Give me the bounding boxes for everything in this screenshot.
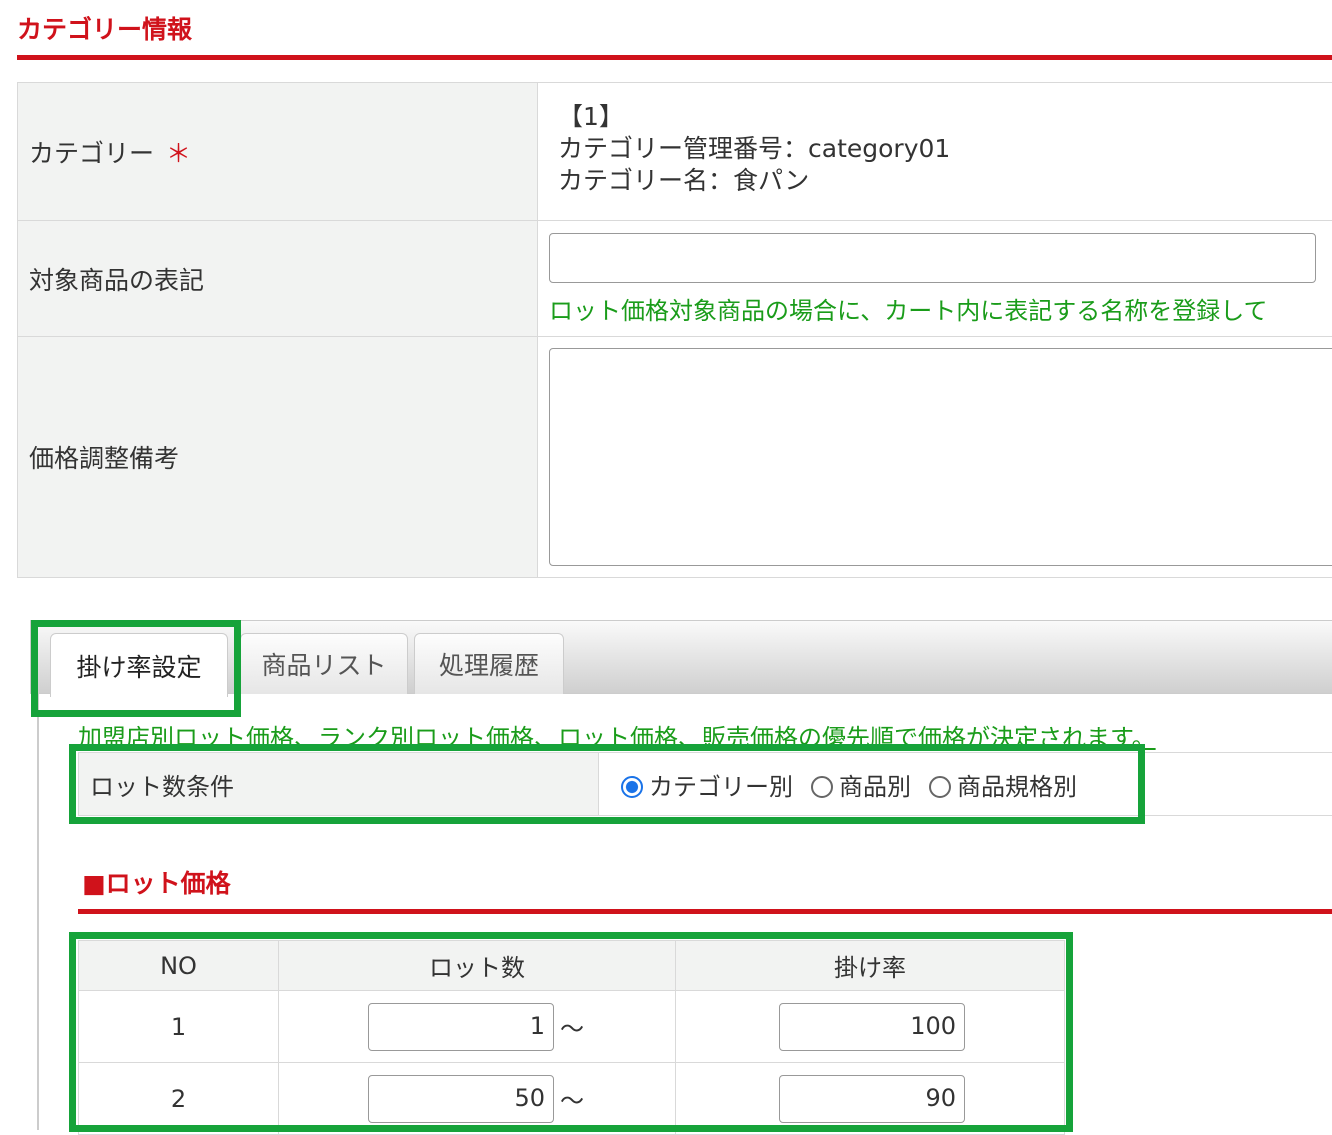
lot-price-divider [78,909,1332,914]
remarks-textarea[interactable] [549,348,1332,566]
category-code: カテゴリー管理番号：category01 [558,134,951,163]
category-label: カテゴリー ＊ [17,82,538,221]
highlight-tab [31,620,241,717]
highlight-lot-condition [69,744,1145,824]
target-input[interactable] [549,233,1316,283]
required-mark: ＊ [166,138,192,168]
remarks-cell [537,336,1332,578]
panel-border [37,694,39,1130]
category-name: カテゴリー名：食パン [558,166,810,195]
page-title: カテゴリー情報 [17,15,193,44]
category-index: 【1】 [558,102,624,131]
title-divider [17,55,1332,60]
lot-price-heading: ■ロット価格 [82,869,231,898]
target-cell: ロット価格対象商品の場合に、カート内に表記する名称を登録して [537,220,1332,337]
tab-history[interactable]: 処理履歴 [414,633,564,694]
target-note: ロット価格対象商品の場合に、カート内に表記する名称を登録して [549,297,1268,325]
category-info: 【1】 カテゴリー管理番号：category01 カテゴリー名：食パン [537,82,1332,221]
tab-product-list[interactable]: 商品リスト [240,633,408,694]
category-label-text: カテゴリー [29,138,155,168]
remarks-label: 価格調整備考 [17,336,538,578]
highlight-lot-table [69,932,1073,1132]
target-label: 対象商品の表記 [17,220,538,337]
